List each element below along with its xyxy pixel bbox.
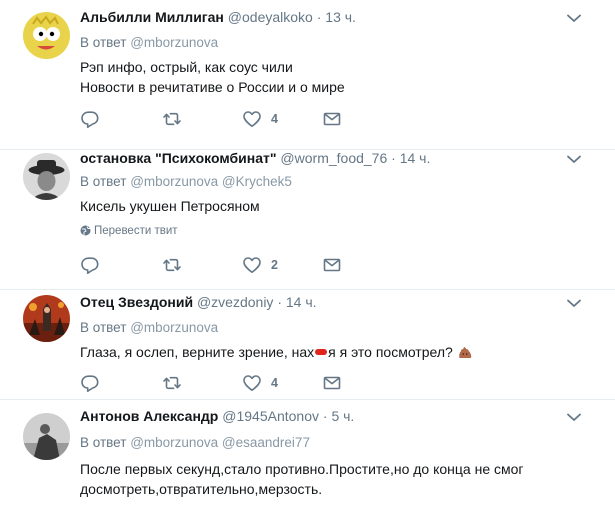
reply-mentions[interactable]: @mborzunova [130, 35, 218, 50]
tweet-text-line: Глаза, я ослеп, верните зрение, нах я я э… [80, 342, 473, 362]
translate-link[interactable]: Перевести твит [80, 225, 178, 237]
reply-icon [80, 109, 100, 129]
globe-icon [80, 225, 91, 236]
tweet-text: После первых секунд,стало противно.Прост… [80, 459, 524, 499]
tweet-item[interactable]: Антонов Александр @1945Antonov · 5 ч. В … [0, 399, 615, 511]
author-name[interactable]: Альбилли Миллиган [80, 9, 224, 25]
tweet-header: остановка "Психокомбинат" @worm_food_76 … [80, 150, 430, 166]
envelope-icon [322, 373, 342, 393]
like-button[interactable]: 2 [242, 255, 278, 275]
separator: · [277, 294, 282, 310]
tweet-header: Альбилли Миллиган @odeyalkoko · 13 ч. [80, 9, 356, 25]
reply-prefix: В ответ [80, 35, 127, 50]
tweet-actions: 2 [80, 255, 360, 275]
tweet-text-line: Рэп инфо, острый, как соус чили [80, 59, 293, 75]
tweet-header: Отец Звездоний @zvezdoniy · 14 ч. [80, 294, 317, 310]
author-name[interactable]: остановка "Психокомбинат" [80, 150, 277, 166]
reply-button[interactable] [80, 255, 100, 275]
poop-emoji [458, 346, 472, 358]
timestamp[interactable]: 14 ч. [400, 150, 431, 166]
reply-context: В ответ @mborzunova [80, 320, 218, 335]
chevron-down-icon[interactable] [566, 297, 582, 309]
separator: · [316, 9, 322, 25]
reply-icon [80, 373, 100, 393]
like-button[interactable]: 4 [242, 109, 278, 129]
heart-icon [242, 255, 262, 275]
tweet-actions: 4 [80, 373, 360, 393]
tweet-item[interactable]: Отец Звездоний @zvezdoniy · 14 ч. В отве… [0, 285, 615, 400]
separator: · [391, 150, 396, 166]
avatar[interactable] [23, 295, 70, 342]
dm-button[interactable] [322, 373, 342, 393]
tweet-text: Кисель укушен Петросяном [80, 196, 260, 216]
retweet-icon [162, 109, 182, 129]
reply-prefix: В ответ [80, 435, 127, 450]
retweet-icon [162, 255, 182, 275]
author-handle[interactable]: @odeyalkoko [228, 9, 313, 25]
tweet-text: Глаза, я ослеп, верните зрение, нах я я э… [80, 342, 473, 362]
chevron-down-icon[interactable] [566, 12, 582, 24]
timestamp[interactable]: 14 ч. [286, 294, 317, 310]
reply-mentions[interactable]: @mborzunova @Krychek5 [130, 174, 292, 189]
tweet-text: Рэп инфо, острый, как соус чили Новости … [80, 57, 345, 97]
dm-button[interactable] [322, 109, 342, 129]
reply-context: В ответ @mborzunova @Krychek5 [80, 174, 292, 189]
like-button[interactable]: 4 [242, 373, 278, 393]
tweet-item[interactable]: остановка "Психокомбинат" @worm_food_76 … [0, 141, 615, 290]
retweet-button[interactable] [162, 109, 182, 129]
envelope-icon [322, 109, 342, 129]
reply-prefix: В ответ [80, 174, 127, 189]
separator: · [322, 408, 328, 424]
heart-icon [242, 109, 262, 129]
retweet-button[interactable] [162, 373, 182, 393]
tweet-text-line: досмотреть,отвратительно,мерзость. [80, 481, 323, 497]
author-name[interactable]: Отец Звездоний [80, 294, 193, 310]
timestamp[interactable]: 13 ч. [325, 9, 356, 25]
reply-prefix: В ответ [80, 320, 127, 335]
redaction-mark [315, 349, 328, 355]
like-count: 4 [271, 112, 278, 126]
avatar[interactable] [23, 413, 70, 460]
like-count: 2 [271, 258, 278, 272]
tweet-text-line: После первых секунд,стало противно.Прост… [80, 461, 524, 477]
author-handle[interactable]: @zvezdoniy [197, 294, 273, 310]
timestamp[interactable]: 5 ч. [331, 408, 354, 424]
tweet-header: Антонов Александр @1945Antonov · 5 ч. [80, 408, 354, 424]
tweet-text-line: Кисель укушен Петросяном [80, 198, 260, 214]
chevron-down-icon[interactable] [566, 411, 582, 423]
tweet-actions: 4 [80, 109, 360, 129]
reply-context: В ответ @mborzunova [80, 35, 218, 50]
avatar[interactable] [23, 12, 70, 59]
envelope-icon [322, 255, 342, 275]
author-handle[interactable]: @1945Antonov [222, 408, 319, 424]
retweet-button[interactable] [162, 255, 182, 275]
reply-icon [80, 255, 100, 275]
tweet-item[interactable]: Альбилли Миллиган @odeyalkoko · 13 ч. В … [0, 0, 615, 150]
tweet-text-line: Новости в речитативе о России и о мире [80, 79, 345, 95]
like-count: 4 [271, 376, 278, 390]
avatar[interactable] [23, 153, 70, 200]
tweet-text-start: Глаза, я ослеп, верните зрение, нах [80, 344, 315, 360]
reply-mentions[interactable]: @mborzunova [130, 320, 218, 335]
reply-button[interactable] [80, 109, 100, 129]
tweet-text-end: я я это посмотрел? [328, 344, 453, 360]
retweet-icon [162, 373, 182, 393]
heart-icon [242, 373, 262, 393]
author-handle[interactable]: @worm_food_76 [280, 150, 387, 166]
author-name[interactable]: Антонов Александр [80, 408, 218, 424]
translate-label: Перевести твит [94, 225, 178, 237]
reply-mentions[interactable]: @mborzunova @esaandrei77 [130, 435, 310, 450]
dm-button[interactable] [322, 255, 342, 275]
reply-context: В ответ @mborzunova @esaandrei77 [80, 435, 310, 450]
reply-button[interactable] [80, 373, 100, 393]
chevron-down-icon[interactable] [566, 153, 582, 165]
